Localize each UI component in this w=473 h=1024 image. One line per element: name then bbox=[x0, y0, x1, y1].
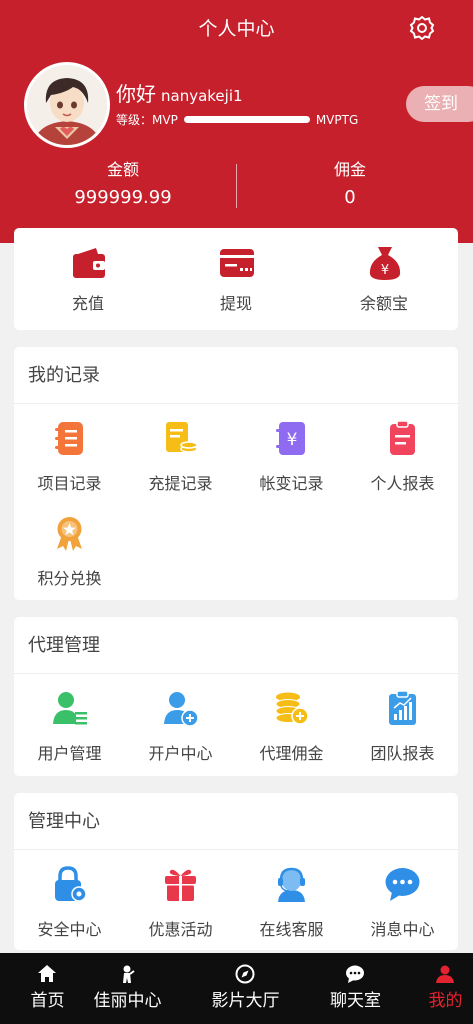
account-opening-button[interactable]: 开户中心 bbox=[125, 690, 236, 780]
user-list-icon bbox=[51, 690, 88, 727]
project-records-button[interactable]: 项目记录 bbox=[14, 420, 125, 510]
message-center-label: 消息中心 bbox=[370, 920, 435, 939]
profile-header: 个人中心 你好 nanyakeji1 等级：MVP MVPTG 签到 金额 9999 bbox=[0, 0, 473, 243]
message-center-button[interactable]: 消息中心 bbox=[347, 866, 458, 956]
agent-commission-button[interactable]: 代理佣金 bbox=[236, 690, 347, 780]
records-card: 我的记录 项目记录 充提记录 ¥ 帐变记录 个人报表 积分兑换 bbox=[14, 347, 458, 600]
level-label: 等级： bbox=[116, 113, 153, 127]
deposit-withdraw-records-button[interactable]: 充提记录 bbox=[125, 420, 236, 510]
chat-bubble-icon bbox=[384, 866, 421, 903]
bar-report-icon bbox=[384, 690, 421, 727]
tab-chatroom[interactable]: 聊天室 bbox=[308, 953, 403, 1024]
avatar[interactable] bbox=[24, 62, 110, 148]
bottom-tab-bar: 首页 佳丽中心 影片大厅 聊天室 我的 bbox=[0, 953, 473, 1024]
tab-chatroom-label: 聊天室 bbox=[330, 991, 381, 1011]
commission-stat[interactable]: 佣金 0 bbox=[232, 158, 468, 212]
tab-mine[interactable]: 我的 bbox=[398, 953, 473, 1024]
project-records-label: 项目记录 bbox=[37, 474, 102, 493]
security-center-label: 安全中心 bbox=[37, 920, 102, 939]
figure-icon bbox=[117, 964, 137, 984]
section-divider bbox=[14, 403, 458, 404]
deposit-withdraw-records-label: 充提记录 bbox=[148, 474, 213, 493]
tab-movie-hall[interactable]: 影片大厅 bbox=[198, 953, 293, 1024]
money-bag-icon: ¥ bbox=[366, 244, 404, 282]
chat-icon bbox=[345, 964, 365, 984]
recharge-label: 充值 bbox=[71, 294, 104, 313]
card-icon bbox=[218, 244, 256, 282]
withdraw-label: 提现 bbox=[219, 294, 252, 313]
account-change-records-button[interactable]: ¥ 帐变记录 bbox=[236, 420, 347, 510]
home-icon bbox=[37, 964, 57, 984]
promotions-label: 优惠活动 bbox=[148, 920, 213, 939]
online-support-button[interactable]: 在线客服 bbox=[236, 866, 347, 956]
team-report-label: 团队报表 bbox=[370, 744, 435, 763]
account-opening-label: 开户中心 bbox=[148, 744, 213, 763]
coins-icon bbox=[273, 690, 310, 727]
signin-button[interactable]: 签到 bbox=[406, 86, 473, 122]
level-current: MVP bbox=[152, 113, 178, 127]
user-management-label: 用户管理 bbox=[37, 744, 102, 763]
withdraw-button[interactable]: 提现 bbox=[162, 228, 310, 330]
svg-text:¥: ¥ bbox=[287, 430, 298, 450]
yuebao-button[interactable]: ¥ 余额宝 bbox=[310, 228, 458, 330]
medal-icon bbox=[51, 515, 88, 552]
agent-card: 代理管理 用户管理 开户中心 代理佣金 团队报表 bbox=[14, 617, 458, 776]
account-change-records-label: 帐变记录 bbox=[259, 474, 324, 493]
lock-gear-icon bbox=[51, 866, 88, 903]
bill-coins-icon bbox=[162, 420, 199, 457]
online-support-label: 在线客服 bbox=[259, 920, 324, 939]
personal-report-label: 个人报表 bbox=[370, 474, 435, 493]
person-icon bbox=[435, 964, 455, 984]
tab-beauty-center-label: 佳丽中心 bbox=[93, 991, 162, 1011]
team-report-button[interactable]: 团队报表 bbox=[347, 690, 458, 780]
gift-icon bbox=[162, 866, 199, 903]
balance-stat[interactable]: 金额 999999.99 bbox=[5, 158, 241, 212]
section-divider bbox=[14, 849, 458, 850]
add-user-icon bbox=[162, 690, 199, 727]
yuebao-label: 余额宝 bbox=[359, 294, 408, 313]
agent-title: 代理管理 bbox=[28, 635, 100, 656]
balance-label: 金额 bbox=[106, 160, 139, 179]
compass-icon bbox=[235, 964, 255, 984]
recharge-button[interactable]: 充值 bbox=[14, 228, 162, 330]
records-title: 我的记录 bbox=[28, 365, 100, 386]
points-exchange-button[interactable]: 积分兑换 bbox=[14, 515, 125, 605]
balance-value: 999999.99 bbox=[74, 187, 172, 208]
greeting-text: 你好 bbox=[116, 82, 156, 106]
tab-beauty-center[interactable]: 佳丽中心 bbox=[80, 953, 175, 1024]
agent-commission-label: 代理佣金 bbox=[259, 744, 324, 763]
tab-movie-hall-label: 影片大厅 bbox=[211, 991, 280, 1011]
section-divider bbox=[14, 673, 458, 674]
level-next: MVPTG bbox=[315, 113, 359, 127]
gear-icon[interactable] bbox=[408, 14, 436, 42]
wallet-icon bbox=[70, 244, 108, 282]
notebook-icon bbox=[51, 420, 88, 457]
personal-report-button[interactable]: 个人报表 bbox=[347, 420, 458, 510]
greeting: 你好 nanyakeji1 bbox=[116, 80, 243, 110]
management-card: 管理中心 安全中心 优惠活动 在线客服 消息中心 bbox=[14, 793, 458, 950]
points-exchange-label: 积分兑换 bbox=[37, 569, 102, 588]
management-title: 管理中心 bbox=[28, 811, 100, 832]
level-row: 等级：MVP MVPTG bbox=[116, 112, 358, 128]
svg-text:¥: ¥ bbox=[381, 263, 389, 278]
security-center-button[interactable]: 安全中心 bbox=[14, 866, 125, 956]
promotions-button[interactable]: 优惠活动 bbox=[125, 866, 236, 956]
username: nanyakeji1 bbox=[161, 87, 243, 105]
level-progress-bar bbox=[183, 116, 310, 123]
user-management-button[interactable]: 用户管理 bbox=[14, 690, 125, 780]
commission-label: 佣金 bbox=[333, 160, 366, 179]
clipboard-icon bbox=[384, 420, 421, 457]
quick-actions-card: 充值 提现 ¥ 余额宝 bbox=[14, 228, 458, 330]
yen-note-icon: ¥ bbox=[273, 420, 310, 457]
tab-mine-label: 我的 bbox=[428, 991, 463, 1011]
page-title: 个人中心 bbox=[198, 18, 275, 40]
commission-value: 0 bbox=[344, 187, 356, 208]
headset-agent-icon bbox=[273, 866, 310, 903]
